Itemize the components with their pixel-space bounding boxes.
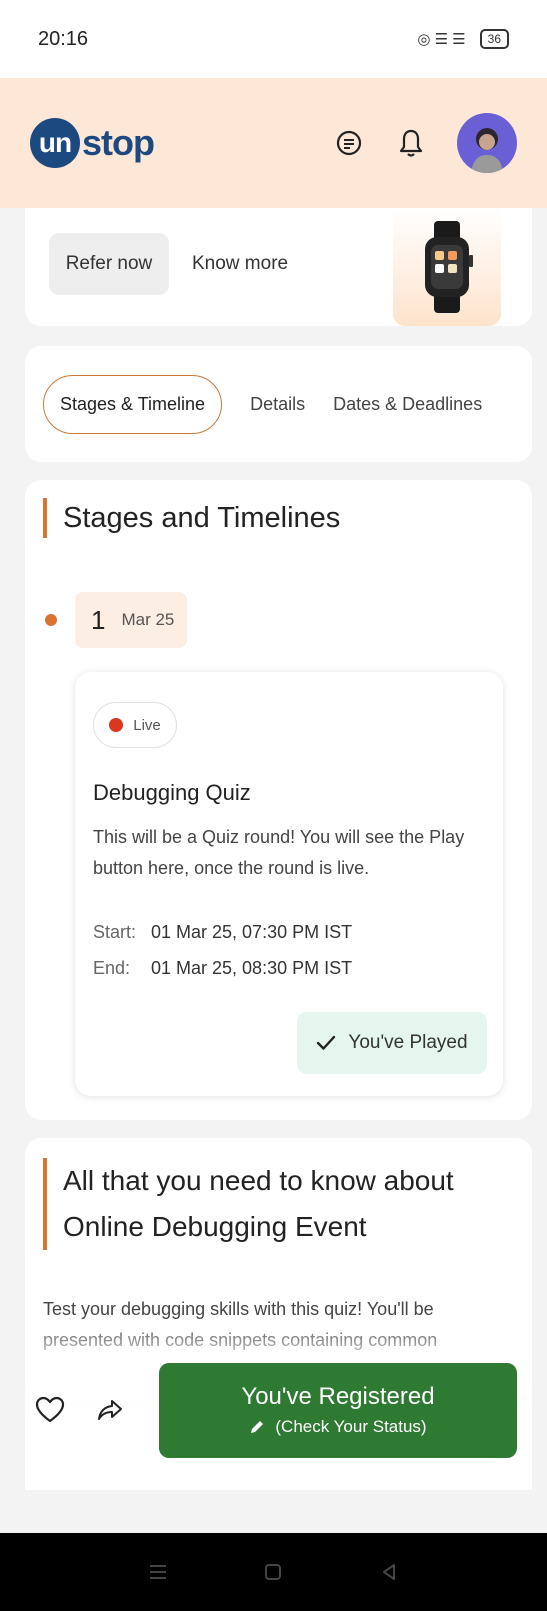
bell-icon[interactable]	[395, 127, 427, 159]
signal-icons: ◎ ☰ ☰	[417, 31, 466, 48]
bottom-action-bar: You've Registered (Check Your Status)	[0, 1360, 547, 1460]
round-date: Mar 25	[121, 610, 175, 629]
end-value: 01 Mar 25, 08:30 PM IST	[151, 958, 353, 978]
system-nav-bar	[0, 1533, 547, 1611]
live-badge: Live	[93, 702, 177, 748]
tab-stages-timeline[interactable]: Stages & Timeline	[43, 374, 223, 434]
check-status-row: (Check Your Status)	[249, 1417, 427, 1437]
know-more-link[interactable]: Know more	[192, 233, 288, 295]
battery-icon: 36	[479, 29, 509, 49]
heart-icon[interactable]	[30, 1390, 70, 1430]
round-chip: 1 Mar 25	[75, 592, 187, 648]
check-status-label: (Check Your Status)	[275, 1417, 427, 1436]
register-label: You've Registered	[241, 1383, 435, 1410]
youve-registered-button[interactable]: You've Registered (Check Your Status)	[159, 1362, 517, 1458]
stages-title: Stages and Timelines	[43, 498, 340, 538]
smartwatch-image	[393, 208, 501, 326]
round-card: Live Debugging Quiz This will be a Quiz …	[75, 672, 503, 1096]
logo-mark: un	[30, 118, 80, 168]
start-row: Start: 01 Mar 25, 07:30 PM IST	[93, 922, 352, 943]
status-icons: ◎ ☰ ☰ 36	[417, 29, 509, 49]
youve-played-button[interactable]: You've Played	[297, 1012, 487, 1074]
app-header: un stop	[0, 78, 547, 208]
refer-card: Refer now Know more	[25, 208, 532, 326]
timeline-dot	[45, 614, 57, 626]
round-number: 1	[91, 604, 106, 635]
pencil-icon	[251, 1421, 264, 1433]
about-title: All that you need to know about Online D…	[43, 1158, 503, 1250]
start-value: 01 Mar 25, 07:30 PM IST	[151, 922, 353, 942]
end-row: End: 01 Mar 25, 08:30 PM IST	[93, 958, 352, 979]
check-icon	[317, 1035, 336, 1050]
live-dot-icon	[109, 718, 124, 732]
status-time: 20:16	[38, 27, 89, 50]
status-bar: 20:16 ◎ ☰ ☰ 36	[0, 0, 547, 78]
end-label: End:	[93, 958, 131, 978]
tab-dates-deadlines[interactable]: Dates & Deadlines	[333, 394, 482, 415]
tab-details[interactable]: Details	[250, 394, 305, 415]
live-label: Live	[133, 716, 161, 734]
unstop-logo[interactable]: un stop	[30, 118, 155, 168]
round-title: Debugging Quiz	[93, 780, 251, 805]
tabs-bar: Stages & Timeline Details Dates & Deadli…	[25, 346, 532, 462]
chat-icon[interactable]	[333, 127, 365, 159]
start-label: Start:	[93, 922, 137, 942]
played-label: You've Played	[348, 1032, 468, 1053]
logo-text: stop	[82, 122, 155, 163]
refer-now-button[interactable]: Refer now	[49, 233, 169, 295]
round-description: This will be a Quiz round! You will see …	[93, 827, 465, 878]
share-icon[interactable]	[90, 1390, 130, 1430]
back-icon[interactable]	[379, 1562, 399, 1582]
stages-section: Stages and Timelines 1 Mar 25 Live Debug…	[25, 480, 532, 1120]
home-icon[interactable]	[263, 1562, 283, 1582]
menu-icon[interactable]	[148, 1562, 168, 1582]
avatar[interactable]	[457, 113, 517, 173]
header-actions	[333, 113, 517, 173]
